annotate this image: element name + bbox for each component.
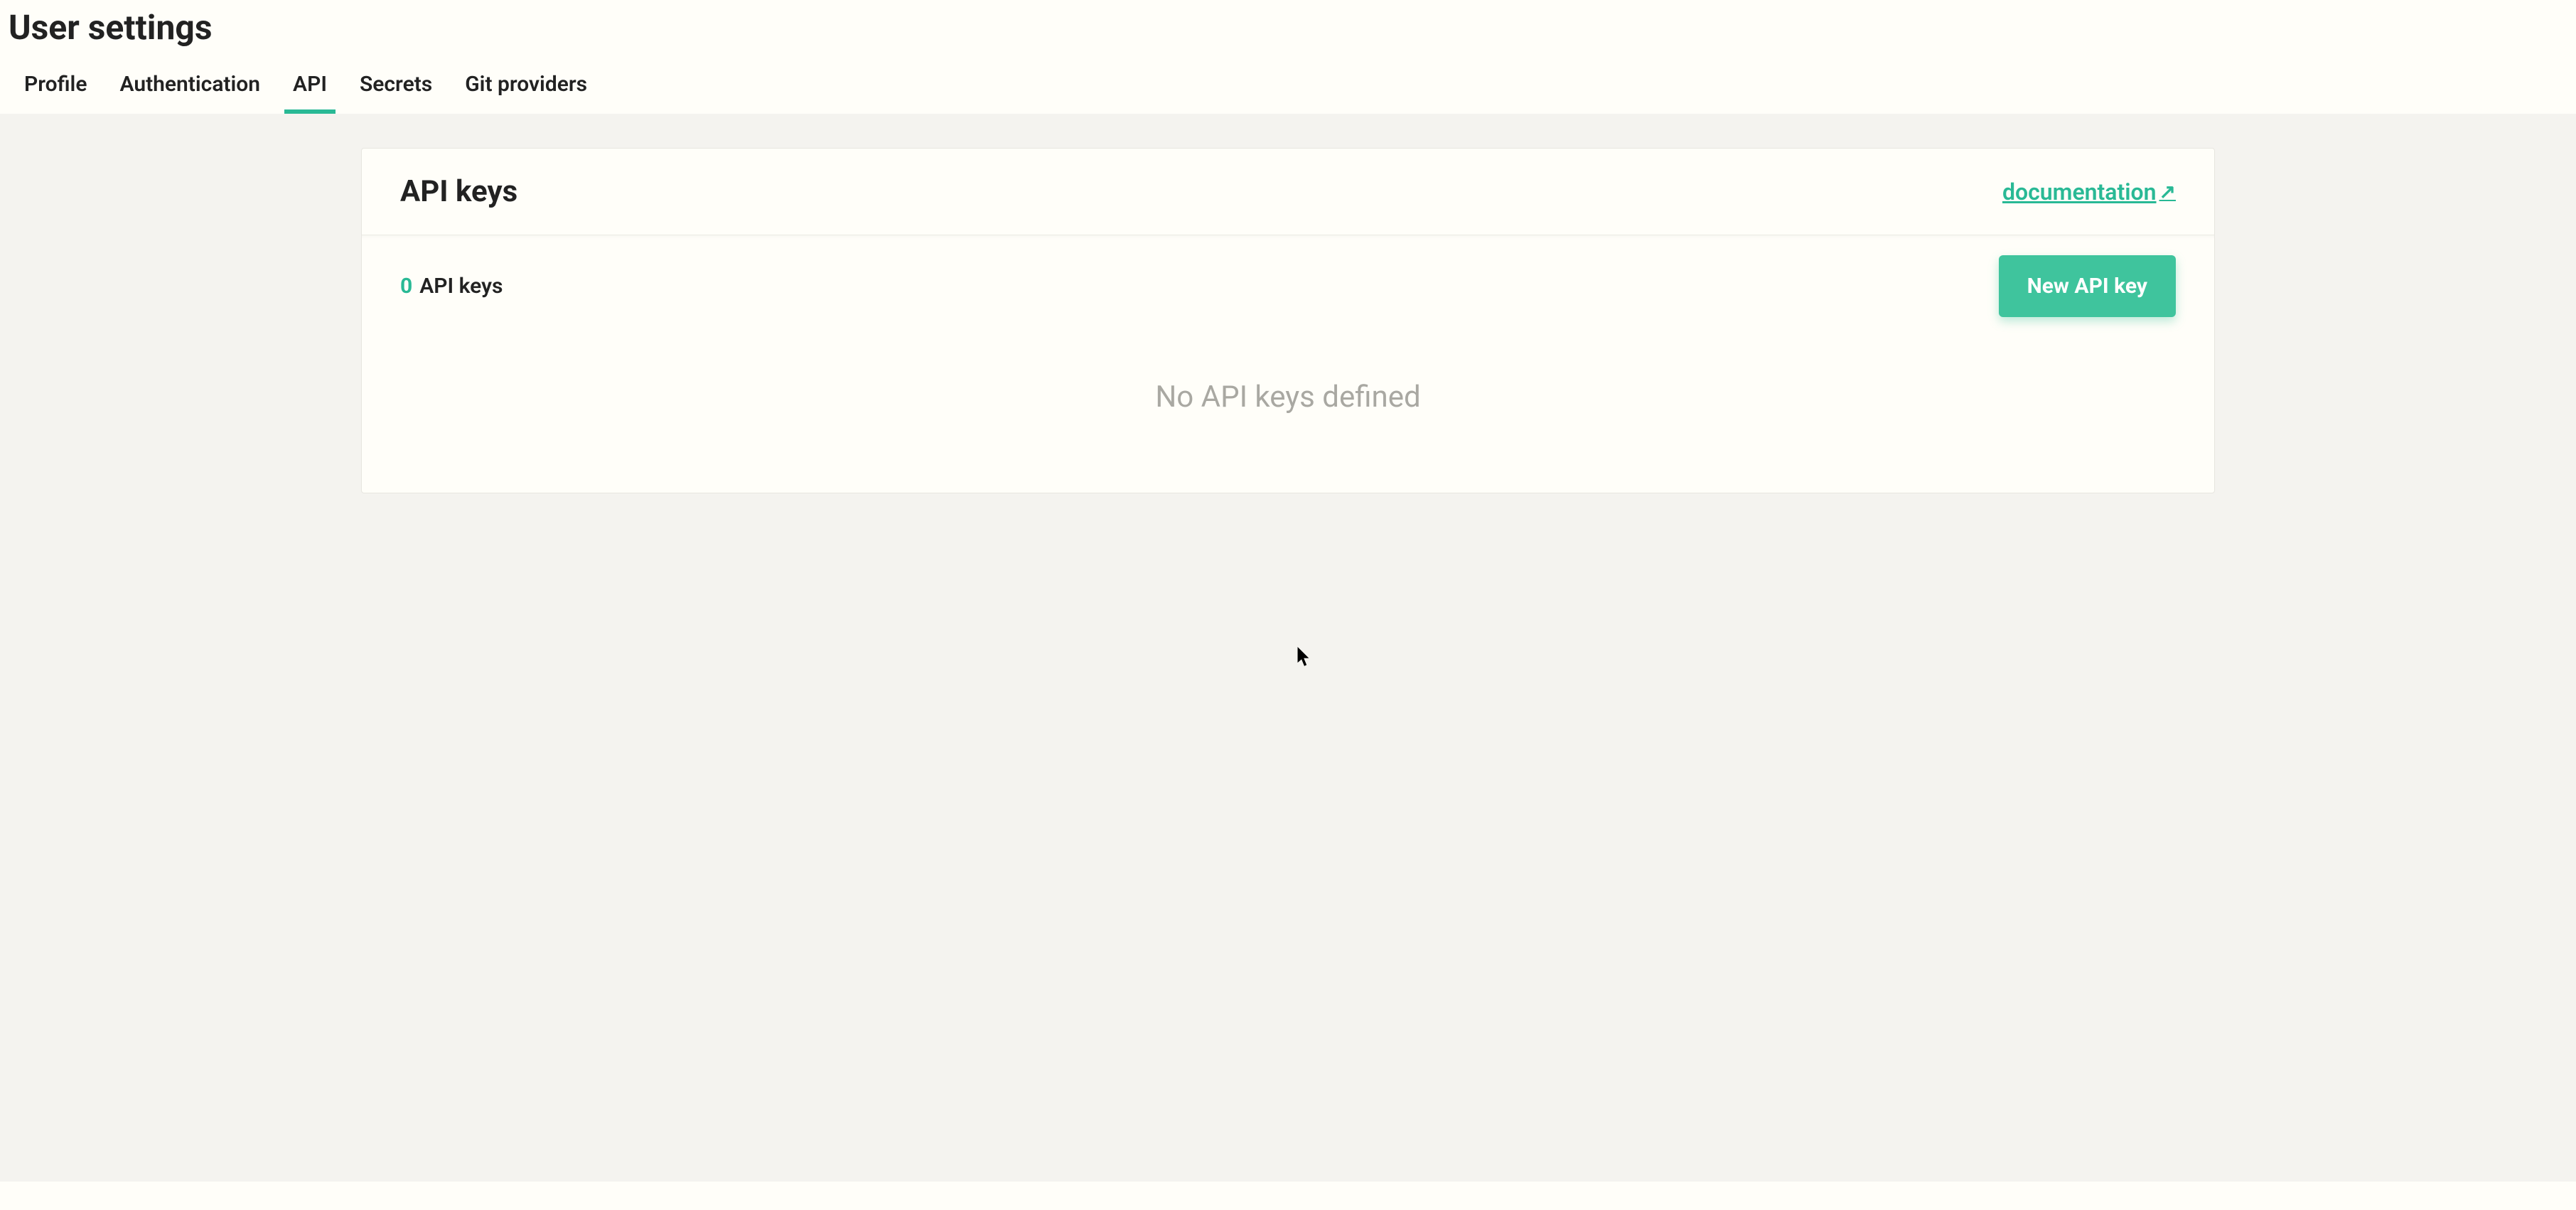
api-keys-count: 0 API keys bbox=[400, 274, 503, 299]
count-label: API keys bbox=[419, 274, 503, 299]
documentation-link[interactable]: documentation ↗ bbox=[2002, 178, 2176, 205]
documentation-link-label: documentation bbox=[2002, 178, 2157, 205]
tab-profile[interactable]: Profile bbox=[21, 62, 90, 114]
page-title: User settings bbox=[9, 0, 2567, 62]
tab-api[interactable]: API bbox=[290, 62, 330, 114]
api-keys-card: API keys documentation ↗ 0 API keys New … bbox=[361, 148, 2215, 493]
card-header: API keys documentation ↗ bbox=[362, 149, 2214, 235]
content-area: API keys documentation ↗ 0 API keys New … bbox=[0, 114, 2576, 1182]
external-link-icon: ↗ bbox=[2159, 180, 2176, 203]
card-body: No API keys defined bbox=[362, 337, 2214, 493]
card-subheader: 0 API keys New API key bbox=[362, 235, 2214, 337]
card-title: API keys bbox=[400, 174, 517, 209]
page-header: User settings Profile Authentication API… bbox=[0, 0, 2576, 114]
tab-authentication[interactable]: Authentication bbox=[117, 62, 263, 114]
new-api-key-button[interactable]: New API key bbox=[1999, 255, 2176, 317]
tabs-nav: Profile Authentication API Secrets Git p… bbox=[9, 62, 2567, 114]
empty-state-message: No API keys defined bbox=[400, 380, 2176, 414]
count-number: 0 bbox=[400, 274, 412, 299]
tab-secrets[interactable]: Secrets bbox=[357, 62, 435, 114]
tab-git-providers[interactable]: Git providers bbox=[462, 62, 590, 114]
